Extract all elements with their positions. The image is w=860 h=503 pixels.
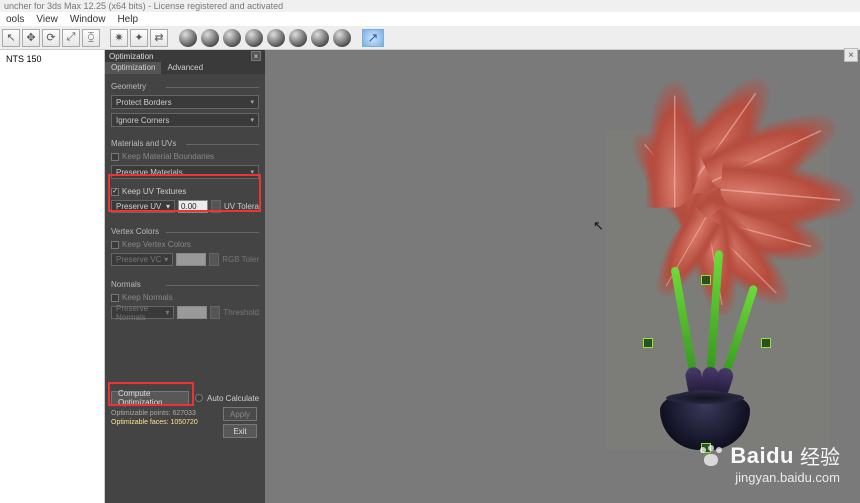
keep-material-checkbox[interactable] [111, 153, 119, 161]
preserve-vc-dropdown[interactable]: Preserve VC▾ [111, 253, 173, 266]
uv-tolerance-spinner[interactable] [211, 200, 221, 213]
chevron-down-icon: ▾ [166, 202, 170, 211]
close-icon[interactable]: × [251, 51, 261, 61]
menu-view[interactable]: View [36, 14, 58, 25]
protect-borders-value: Protect Borders [116, 98, 172, 107]
material-sphere-7-icon[interactable] [311, 29, 329, 47]
section-vertex-colors-label: Vertex Colors [111, 223, 259, 236]
workspace: NTS 150 Optimization × Optimization Adva… [0, 50, 860, 503]
chevron-down-icon: ▾ [250, 98, 254, 106]
section-geometry-label: Geometry [111, 78, 259, 91]
watermark-brand: Baidu [730, 443, 794, 469]
menu-window[interactable]: Window [70, 14, 106, 25]
optimization-panel-title: Optimization [109, 52, 153, 61]
chevron-down-icon: ▾ [165, 308, 169, 317]
preserve-materials-dropdown[interactable]: Preserve Materials ▾ [111, 165, 259, 179]
toolbar-magnet-icon[interactable]: ⧲ [82, 29, 100, 47]
uv-tolerance-label: UV Tolera [224, 202, 259, 211]
keep-material-label: Keep Material Boundaries [122, 152, 214, 161]
keep-uv-label: Keep UV Textures [122, 187, 186, 196]
gizmo-handle[interactable] [761, 338, 771, 348]
ignore-corners-value: Ignore Corners [116, 116, 169, 125]
cursor-icon: ↖ [593, 218, 604, 234]
window-title: uncher for 3ds Max 12.25 (x64 bits) - Li… [4, 1, 283, 11]
toolbar-select-icon[interactable]: ↖ [2, 29, 20, 47]
material-sphere-5-icon[interactable] [267, 29, 285, 47]
keep-normals-label: Keep Normals [122, 293, 173, 302]
watermark-cn: 经验 [800, 441, 840, 470]
preserve-materials-value: Preserve Materials [116, 168, 183, 177]
keep-normals-checkbox[interactable] [111, 294, 119, 302]
keep-vc-checkbox[interactable] [111, 241, 119, 249]
section-normals-label: Normals [111, 276, 259, 289]
viewport-close-icon[interactable]: × [844, 48, 858, 62]
scene-panel: NTS 150 [0, 50, 105, 503]
ignore-corners-dropdown[interactable]: Ignore Corners ▾ [111, 113, 259, 127]
normals-threshold-input[interactable] [177, 306, 207, 319]
preserve-uv-dropdown[interactable]: Preserve UV ▾ [111, 200, 175, 213]
toolbar-swap-icon[interactable]: ⇄ [150, 29, 168, 47]
preserve-uv-value: Preserve UV [116, 202, 161, 211]
scene-object-plant[interactable] [565, 120, 845, 450]
chevron-down-icon: ▾ [250, 168, 254, 176]
toolbar-launch-icon[interactable]: ↗ [362, 29, 384, 47]
window-title-bar: uncher for 3ds Max 12.25 (x64 bits) - Li… [0, 0, 860, 12]
optimization-panel-header: Optimization × [105, 50, 265, 62]
auto-calculate-radio[interactable] [195, 394, 203, 402]
rgb-tolerance-label: RGB Toler [222, 255, 259, 264]
auto-calculate-label: Auto Calculate [207, 394, 259, 403]
menu-help[interactable]: Help [117, 14, 138, 25]
uv-tolerance-input[interactable] [178, 200, 208, 213]
material-sphere-1-icon[interactable] [179, 29, 197, 47]
keep-uv-checkbox[interactable]: ✓ [111, 188, 119, 196]
tab-advanced[interactable]: Advanced [161, 62, 209, 74]
scene-object-label[interactable]: NTS 150 [0, 50, 104, 68]
chevron-down-icon: ▾ [250, 116, 254, 124]
toolbar-rotate-icon[interactable]: ⟳ [42, 29, 60, 47]
tab-optimization[interactable]: Optimization [105, 62, 161, 74]
material-sphere-2-icon[interactable] [201, 29, 219, 47]
toolbar-scale-icon[interactable]: ⤢ [62, 29, 80, 47]
optimization-panel: Optimization × Optimization Advanced Geo… [105, 50, 265, 503]
toolbar-brush-icon[interactable]: ✦ [130, 29, 148, 47]
normals-threshold-spinner[interactable] [210, 306, 220, 319]
optimization-tabs: Optimization Advanced [105, 62, 265, 74]
main-toolbar: ↖ ✥ ⟳ ⤢ ⧲ ✷ ✦ ⇄ ↗ [0, 26, 860, 50]
preserve-vc-value: Preserve VC [116, 255, 161, 264]
paw-icon [698, 445, 724, 467]
toolbar-move-icon[interactable]: ✥ [22, 29, 40, 47]
menu-tools[interactable]: ools [6, 14, 24, 25]
preserve-normals-value: Preserve Normals [116, 304, 165, 322]
section-materials-label: Materials and UVs [111, 135, 259, 148]
protect-borders-dropdown[interactable]: Protect Borders ▾ [111, 95, 259, 109]
gizmo-handle[interactable] [643, 338, 653, 348]
keep-vc-label: Keep Vertex Colors [122, 240, 191, 249]
normals-threshold-label: Threshold [223, 308, 259, 317]
material-sphere-4-icon[interactable] [245, 29, 263, 47]
preserve-normals-dropdown[interactable]: Preserve Normals▾ [111, 306, 174, 319]
chevron-down-icon: ▾ [164, 255, 168, 264]
exit-button[interactable]: Exit [223, 424, 257, 438]
apply-button[interactable]: Apply [223, 407, 257, 421]
gizmo-handle[interactable] [701, 275, 711, 285]
rgb-tolerance-input[interactable] [176, 253, 206, 266]
viewport-3d[interactable]: × ↖ [265, 50, 860, 503]
material-sphere-8-icon[interactable] [333, 29, 351, 47]
material-sphere-6-icon[interactable] [289, 29, 307, 47]
watermark-url: jingyan.baidu.com [698, 470, 840, 485]
toolbar-gear-icon[interactable]: ✷ [110, 29, 128, 47]
menu-bar: ools View Window Help [0, 12, 860, 26]
stat-faces: Optimizable faces: 1050720 [111, 419, 198, 426]
rgb-tolerance-spinner[interactable] [209, 253, 219, 266]
compute-optimization-button[interactable]: Compute Optimization [111, 391, 189, 405]
material-sphere-3-icon[interactable] [223, 29, 241, 47]
watermark: Baidu 经验 jingyan.baidu.com [698, 441, 840, 485]
